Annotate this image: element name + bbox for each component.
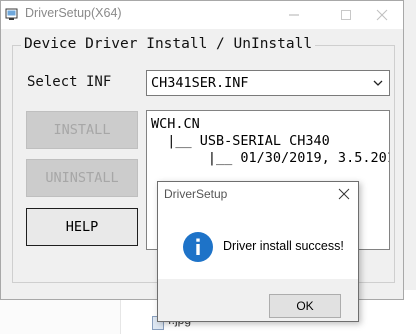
inf-select[interactable]: CH341SER.INF xyxy=(146,70,390,96)
install-button[interactable]: INSTALL xyxy=(26,111,138,149)
info-line-version: |__ 01/30/2019, 3.5.2019.1 xyxy=(207,150,389,166)
info-icon xyxy=(183,232,213,262)
minimize-icon xyxy=(289,14,299,16)
title-bar[interactable]: DriverSetup(X64) xyxy=(1,1,403,29)
app-icon xyxy=(5,8,18,20)
minimize-button[interactable] xyxy=(272,1,316,29)
close-icon xyxy=(376,9,388,21)
help-button[interactable]: HELP xyxy=(26,208,138,246)
dialog-close-button[interactable] xyxy=(332,183,356,205)
maximize-icon xyxy=(341,10,351,20)
close-button[interactable] xyxy=(360,1,404,29)
inf-select-value: CH341SER.INF xyxy=(151,75,249,91)
ok-button[interactable]: OK xyxy=(269,294,341,318)
dialog-title: DriverSetup xyxy=(164,187,228,201)
dialog-message: Driver install success! xyxy=(223,239,344,253)
close-icon xyxy=(338,188,350,200)
dropdown-chevron-icon xyxy=(373,80,383,86)
info-line-device: |__ USB-SERIAL CH340 xyxy=(151,133,330,149)
select-inf-label: Select INF xyxy=(27,74,112,90)
uninstall-button[interactable]: UNINSTALL xyxy=(26,159,138,197)
info-line-vendor: WCH.CN xyxy=(151,116,200,132)
group-title: Device Driver Install / UnInstall xyxy=(21,36,316,52)
window-title: DriverSetup(X64) xyxy=(25,6,122,20)
success-dialog: DriverSetup Driver install success! OK xyxy=(157,181,359,322)
